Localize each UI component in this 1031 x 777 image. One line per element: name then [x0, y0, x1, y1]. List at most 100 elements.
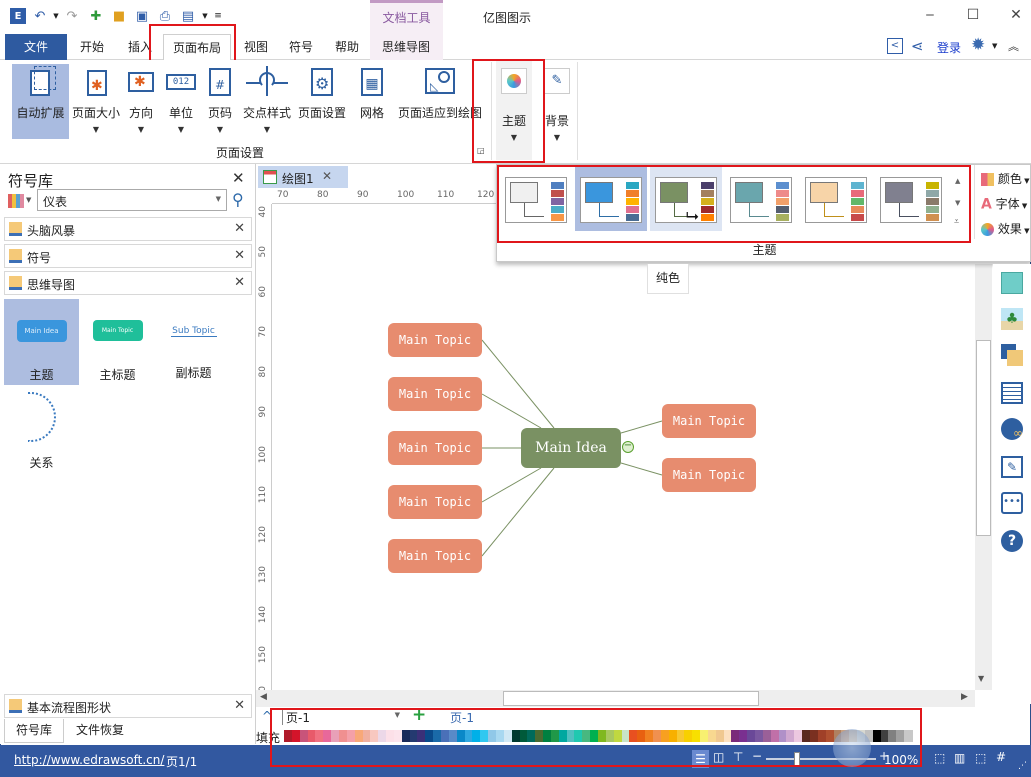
- theme-option[interactable]: [880, 177, 942, 223]
- theme-tooltip: 纯色: [647, 264, 689, 294]
- fonts-option[interactable]: A 字体 ▼: [981, 195, 1027, 213]
- theme-color-swatch: [776, 182, 789, 189]
- theme-color-swatch: [626, 198, 639, 205]
- connector-line: [620, 420, 663, 434]
- theme-color-swatch: [851, 206, 864, 213]
- color-swatch[interactable]: [904, 730, 914, 742]
- theme-box-preview: [810, 182, 838, 203]
- page-tab[interactable]: 页-1: [450, 709, 474, 726]
- mouse-cursor-icon: ⮡: [686, 206, 699, 225]
- zoom-out-icon[interactable]: −: [752, 749, 762, 763]
- topic-node[interactable]: Main Topic: [388, 431, 482, 465]
- theme-color-swatch: [701, 182, 714, 189]
- add-page-icon[interactable]: +: [412, 705, 426, 725]
- theme-color-swatch: [626, 190, 639, 197]
- horizontal-scrollbar[interactable]: ◀ ▶: [256, 690, 975, 707]
- theme-color-swatch: [701, 198, 714, 205]
- layers-icon[interactable]: [1001, 344, 1023, 366]
- vertical-scrollbar[interactable]: ▼: [975, 264, 992, 690]
- mindmap-connectors: [481, 339, 663, 557]
- theme-color-swatch: [851, 182, 864, 189]
- collapse-branch-icon[interactable]: −: [622, 441, 634, 453]
- page-select[interactable]: 页-1 ▼: [282, 709, 404, 725]
- zoom-percent[interactable]: 100%: [884, 753, 918, 767]
- fonts-icon: A: [981, 196, 992, 213]
- zoom-slider-thumb[interactable]: [794, 752, 800, 766]
- theme-group-label: 主题: [752, 243, 777, 257]
- color-palette-bar: 填充: [256, 727, 936, 745]
- gallery-expand-icon[interactable]: ⩡: [954, 217, 959, 227]
- theme-color-swatch: [626, 214, 639, 221]
- theme-color-swatch: [776, 198, 789, 205]
- normal-view-icon[interactable]: ☰: [692, 750, 709, 768]
- connector-line: [481, 393, 542, 429]
- gallery-scroll-down-icon[interactable]: ▼: [955, 199, 960, 207]
- theme-color-swatch: [626, 182, 639, 189]
- hyperlink-icon[interactable]: ∞: [1001, 418, 1023, 440]
- effects-icon: [981, 223, 994, 236]
- theme-color-swatch: [851, 198, 864, 205]
- scroll-right-icon[interactable]: ▶: [961, 692, 968, 702]
- fill-label: 填充: [256, 731, 281, 745]
- fill-icon[interactable]: [1001, 272, 1023, 294]
- outline-icon[interactable]: [1001, 382, 1023, 404]
- theme-color-swatch: [551, 182, 564, 189]
- comment-icon[interactable]: •••: [1001, 492, 1023, 514]
- horizontal-scroll-thumb[interactable]: [503, 691, 759, 706]
- theme-color-swatch: [776, 190, 789, 197]
- theme-color-swatch: [701, 190, 714, 197]
- outline-view-icon[interactable]: ◫: [713, 750, 724, 764]
- topic-node[interactable]: Main Topic: [388, 485, 482, 519]
- theme-option[interactable]: [805, 177, 867, 223]
- scroll-down-icon[interactable]: ▼: [978, 674, 984, 683]
- page-indicator: 页1/1: [166, 755, 198, 769]
- gallery-scroll-up-icon[interactable]: ▲: [955, 177, 960, 185]
- fit-selection-icon[interactable]: ⬚: [975, 751, 986, 765]
- resize-grip-icon[interactable]: ⋰: [1018, 761, 1027, 771]
- theme-color-swatch: [926, 214, 939, 221]
- theme-color-swatch: [551, 190, 564, 197]
- image-icon[interactable]: ♣: [1001, 308, 1023, 330]
- theme-color-swatch: [701, 206, 714, 213]
- zoom-slider[interactable]: [766, 752, 876, 766]
- theme-box-preview: [510, 182, 538, 203]
- expand-pagebar-icon[interactable]: ^: [262, 709, 272, 723]
- topic-node[interactable]: Main Topic: [388, 539, 482, 573]
- page-bar: ^ 页-1 ▼ + 页-1: [256, 705, 936, 727]
- topic-node[interactable]: Main Topic: [388, 377, 482, 411]
- fit-page-icon[interactable]: ⬚: [934, 751, 945, 765]
- colors-icon: [981, 173, 994, 186]
- website-link[interactable]: http://www.edrawsoft.cn/: [14, 753, 164, 767]
- right-toolbar: ♣ ∞ ✎ ••• ?: [993, 264, 1031, 704]
- topic-node[interactable]: Main Topic: [662, 458, 756, 492]
- theme-color-swatch: [776, 206, 789, 213]
- theme-color-swatch: [551, 198, 564, 205]
- attachment-icon[interactable]: ✎: [1001, 456, 1023, 478]
- theme-box-preview: [585, 182, 613, 203]
- presentation-icon[interactable]: ⊤: [733, 750, 743, 764]
- main-idea-node[interactable]: Main Idea: [521, 428, 621, 468]
- colors-option[interactable]: 颜色 ▼: [981, 170, 1029, 187]
- effects-option[interactable]: 效果 ▼: [981, 220, 1029, 237]
- topic-node[interactable]: Main Topic: [388, 323, 482, 357]
- theme-option[interactable]: [580, 177, 642, 223]
- topic-node[interactable]: Main Topic: [662, 404, 756, 438]
- fit-width-icon[interactable]: ▥: [954, 751, 965, 765]
- scroll-left-icon[interactable]: ◀: [260, 692, 267, 702]
- theme-color-swatch: [701, 214, 714, 221]
- grid-view-icon[interactable]: #: [996, 750, 1006, 764]
- theme-box-preview: [885, 182, 913, 203]
- help-icon[interactable]: ?: [1001, 530, 1023, 552]
- vertical-scroll-thumb[interactable]: [976, 340, 991, 536]
- status-bar: http://www.edrawsoft.cn/ 页1/1 ☰ ◫ ⊤ − + …: [0, 745, 1031, 777]
- theme-color-swatch: [926, 206, 939, 213]
- theme-gallery-dropdown: ▲ ▼ ⩡ 主题 颜色 ▼ A 字体 ▼ 效果 ▼: [496, 164, 1031, 262]
- theme-color-swatch: [551, 214, 564, 221]
- connector-line: [481, 467, 542, 503]
- theme-color-swatch: [926, 190, 939, 197]
- theme-color-swatch: [851, 214, 864, 221]
- theme-option[interactable]: [730, 177, 792, 223]
- theme-box-preview: [660, 182, 688, 203]
- theme-option[interactable]: [505, 177, 567, 223]
- theme-color-swatch: [851, 190, 864, 197]
